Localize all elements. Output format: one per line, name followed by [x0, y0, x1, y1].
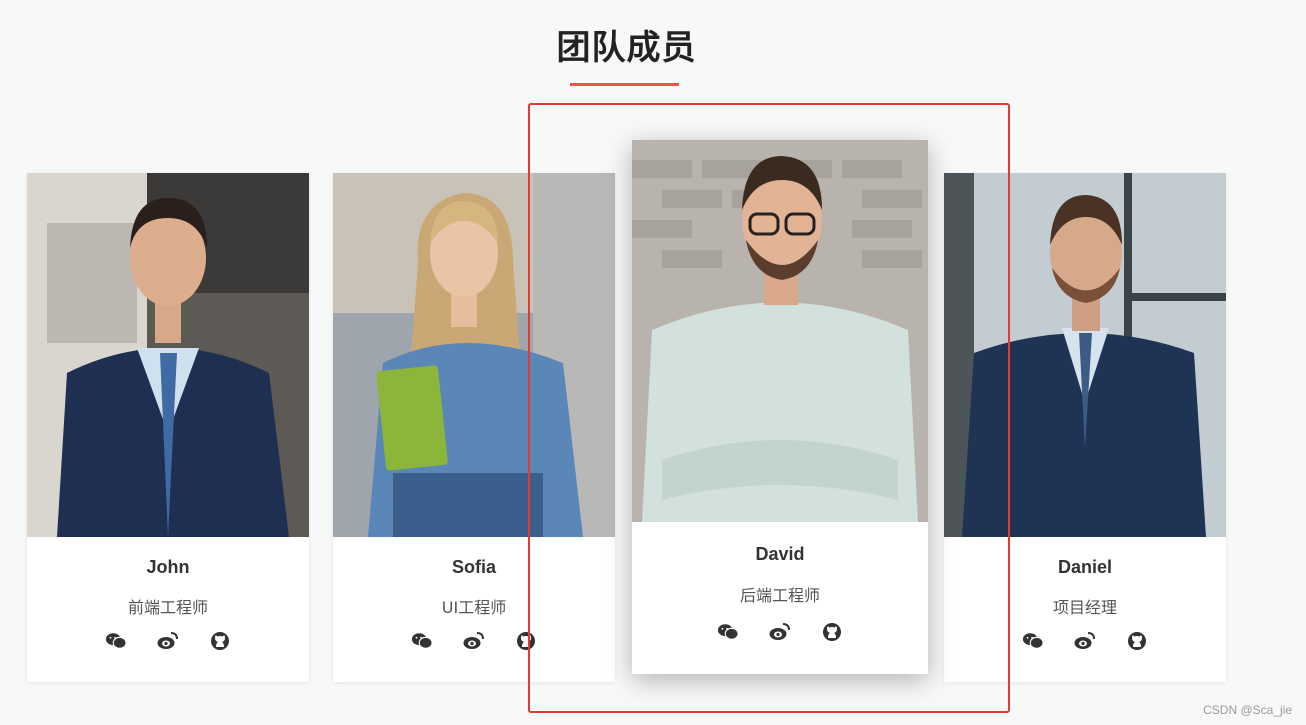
wechat-icon[interactable]: [105, 631, 127, 651]
page-title: 团队成员: [556, 28, 697, 68]
member-name: David: [755, 544, 805, 564]
member-name: Sofia: [451, 557, 496, 577]
member-name: Daniel: [1057, 557, 1113, 577]
watermark: CSDN @Sca_jie: [1203, 703, 1292, 717]
github-icon[interactable]: [821, 622, 843, 642]
member-photo: [333, 173, 615, 537]
weibo-icon[interactable]: [1074, 631, 1096, 651]
section-header: 团队成员: [0, 22, 1253, 74]
github-icon[interactable]: [515, 631, 537, 651]
wechat-icon[interactable]: [411, 631, 433, 651]
weibo-icon[interactable]: [157, 631, 179, 651]
team-card-david[interactable]: David 后端工程师: [632, 140, 928, 674]
team-card-daniel[interactable]: Daniel 项目经理: [944, 173, 1226, 682]
social-links: [944, 631, 1226, 651]
social-links: [333, 631, 615, 651]
team-card-john[interactable]: John 前端工程师: [27, 173, 309, 682]
member-role: 后端工程师: [739, 586, 820, 605]
title-underline: [570, 83, 679, 86]
weibo-icon[interactable]: [769, 622, 791, 642]
social-links: [632, 622, 928, 642]
wechat-icon[interactable]: [717, 622, 739, 642]
member-photo: [27, 173, 309, 537]
github-icon[interactable]: [1126, 631, 1148, 651]
weibo-icon[interactable]: [463, 631, 485, 651]
member-photo: [632, 140, 928, 522]
member-name: John: [146, 557, 190, 577]
github-icon[interactable]: [209, 631, 231, 651]
member-role: UI工程师: [441, 598, 507, 617]
member-role: 前端工程师: [127, 598, 208, 617]
member-role: 项目经理: [1052, 598, 1117, 617]
social-links: [27, 631, 309, 651]
member-photo: [944, 173, 1226, 537]
team-card-sofia[interactable]: Sofia UI工程师: [333, 173, 615, 682]
wechat-icon[interactable]: [1022, 631, 1044, 651]
